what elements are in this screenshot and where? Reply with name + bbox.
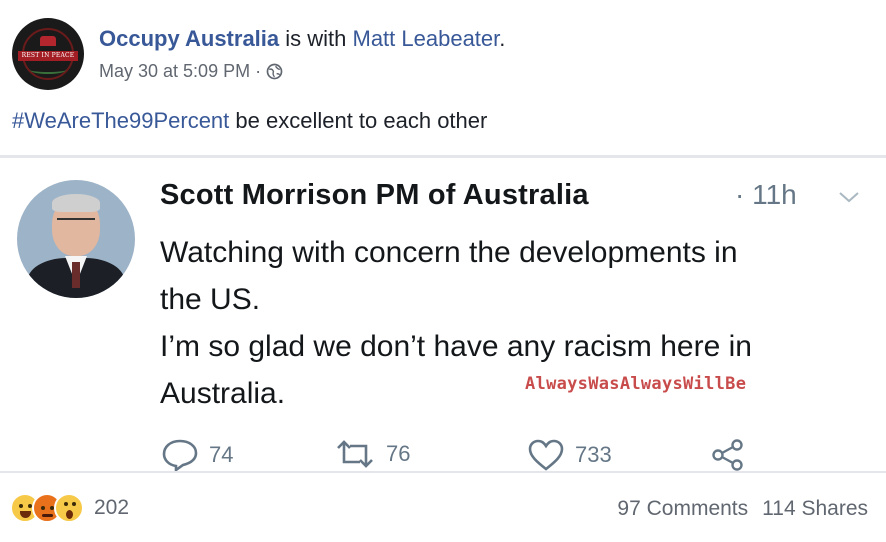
post-author-line: Occupy Australia is with Matt Leabeater. [99, 26, 505, 52]
embedded-tweet-screenshot[interactable]: Scott Morrison PM of Australia · 11h Wat… [0, 158, 886, 476]
divider [0, 471, 886, 473]
period-text: . [499, 26, 506, 51]
post-footer: 202 97 Comments 114 Shares [0, 487, 886, 527]
avatar-tie [72, 262, 80, 288]
tweet-line: I’m so glad we don’t have any racism her… [160, 330, 752, 363]
like-icon [528, 439, 564, 471]
post-meta: May 30 at 5:09 PM · [99, 61, 283, 82]
tweet-author-name: Scott Morrison PM of Australia [160, 179, 589, 211]
engagement-counts: 97 Comments 114 Shares [617, 497, 868, 521]
tweet-line: the US. [160, 283, 261, 316]
tweet-time: · 11h [735, 179, 797, 210]
avatar-crown-icon [40, 36, 56, 46]
globe-icon[interactable] [266, 63, 283, 80]
reply-action: 74 [161, 438, 233, 472]
wow-emoji-icon [54, 493, 84, 523]
with-text: is with [279, 26, 353, 51]
reaction-count: 202 [94, 496, 130, 519]
retweet-count: 76 [386, 441, 411, 466]
tagged-user-link[interactable]: Matt Leabeater [353, 26, 500, 51]
meta-separator: · [255, 61, 262, 81]
chevron-down-icon [839, 192, 859, 203]
reply-count: 74 [209, 442, 234, 467]
hashtag-link[interactable]: #WeAreThe99Percent [12, 108, 229, 133]
shares-count-link[interactable]: 114 Shares [762, 497, 868, 521]
avatar-hair [52, 194, 100, 212]
share-icon [712, 439, 743, 471]
reply-icon [162, 439, 198, 472]
tweet-author-avatar [17, 180, 135, 298]
share-action [710, 438, 746, 472]
avatar-laurel-icon [30, 66, 66, 74]
retweet-action: 76 [334, 438, 410, 470]
comments-count-link[interactable]: 97 Comments [617, 497, 748, 521]
watermark-text: AlwaysWasAlwaysWillBe [525, 374, 747, 394]
avatar-glasses [57, 218, 95, 228]
like-action: 733 [527, 438, 612, 472]
post-header: REST IN PEACE Occupy Australia is with M… [0, 0, 886, 95]
page-avatar[interactable]: REST IN PEACE [12, 18, 84, 90]
page-name-link[interactable]: Occupy Australia [99, 26, 279, 51]
post-message: be excellent to each other [229, 108, 488, 133]
tweet-line: Watching with concern the developments i… [160, 236, 738, 269]
reactions-summary[interactable]: 202 [10, 493, 129, 523]
post-timestamp[interactable]: May 30 at 5:09 PM [99, 61, 250, 82]
retweet-icon [337, 440, 373, 468]
post-text: #WeAreThe99Percent be excellent to each … [12, 108, 487, 134]
avatar-banner: REST IN PEACE [18, 51, 78, 61]
like-count: 733 [575, 442, 612, 467]
